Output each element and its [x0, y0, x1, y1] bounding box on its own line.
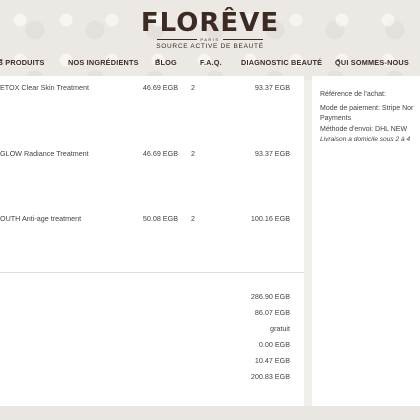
payment-method: Mode de paiement: Stripe Nor Payments	[320, 104, 413, 123]
reference-label: Référence de l'achat:	[320, 91, 386, 98]
chevron-down-icon: ▾	[337, 58, 340, 64]
product-name: GLOW Radiance Treatment	[0, 149, 89, 158]
summary-value: 0.00 EGB	[258, 340, 290, 349]
nav-item-label: NOS INGRÉDIENTS	[68, 58, 139, 67]
line-total: 93.37 EGB	[254, 149, 290, 158]
nav-item-label: DIAGNOSTIC BEAUTÉ	[241, 58, 323, 67]
grand-total-value: 200.83 EGB	[250, 372, 290, 381]
nav-item-label: QUI SOMMES-NOUS	[335, 58, 409, 67]
product-name: OUTH Anti-age treatment	[0, 214, 82, 223]
brand-tagline: SOURCE ACTIVE DE BEAUTÉ	[156, 43, 264, 50]
footer-strip	[0, 406, 420, 420]
payment-method-line: Mode de paiement: Stripe Nor	[320, 105, 414, 112]
summary-value: 86.07 EGB	[254, 308, 290, 317]
brand-city: PARIS	[0, 37, 420, 42]
nav-item-label: F.A.Q.	[200, 58, 222, 67]
product-name: ETOX Clear Skin Treatment	[0, 83, 89, 92]
quantity: 2	[191, 149, 195, 158]
chevron-down-icon: ▾	[157, 58, 160, 64]
table-row: GLOW Radiance Treatment 46.69 EGB 2 93.3…	[0, 149, 304, 161]
subtotal-value: 286.90 EGB	[250, 292, 290, 301]
summary-divider	[0, 272, 304, 273]
tax-value: 10.47 EGB	[254, 356, 290, 365]
order-info-panel: Référence de l'achat: Mode de paiement: …	[312, 76, 420, 406]
shipping-note: Livraison a domicile sous 2 à 4	[320, 135, 411, 143]
line-total: 100.16 EGB	[250, 214, 290, 223]
unit-price: 50.08 EGB	[142, 214, 178, 223]
brand-logo[interactable]: FLORÊVE PARIS SOURCE ACTIVE DE BEAUTÉ	[0, 10, 420, 50]
quantity: 2	[191, 214, 195, 223]
shipping-method-line: Méthode d'envoi: DHL NEW	[320, 126, 408, 133]
shipping-value: gratuit	[270, 324, 290, 333]
line-total: 93.37 EGB	[254, 83, 290, 92]
shipping-method: Méthode d'envoi: DHL NEW Livraison a dom…	[320, 125, 410, 144]
chevron-down-icon: ▾	[0, 58, 3, 64]
nav-item-label: S PRODUITS	[0, 58, 45, 67]
payment-method-line: Payments	[320, 114, 352, 122]
unit-price: 46.69 EGB	[142, 149, 178, 158]
quantity: 2	[191, 83, 195, 92]
header-banner: FLORÊVE PARIS SOURCE ACTIVE DE BEAUTÉ S …	[0, 0, 420, 80]
main-nav: S PRODUITS ▾ NOS INGRÉDIENTS BLOG ▾ F.A.Q.…	[0, 58, 420, 72]
order-details-panel: ETOX Clear Skin Treatment 46.69 EGB 2 93…	[0, 76, 304, 406]
unit-price: 46.69 EGB	[142, 83, 178, 92]
table-row: ETOX Clear Skin Treatment 46.69 EGB 2 93…	[0, 83, 304, 95]
brand-city-text: PARIS	[200, 37, 220, 42]
table-row: OUTH Anti-age treatment 50.08 EGB 2 100.…	[0, 214, 304, 226]
brand-name: FLORÊVE	[140, 8, 280, 38]
